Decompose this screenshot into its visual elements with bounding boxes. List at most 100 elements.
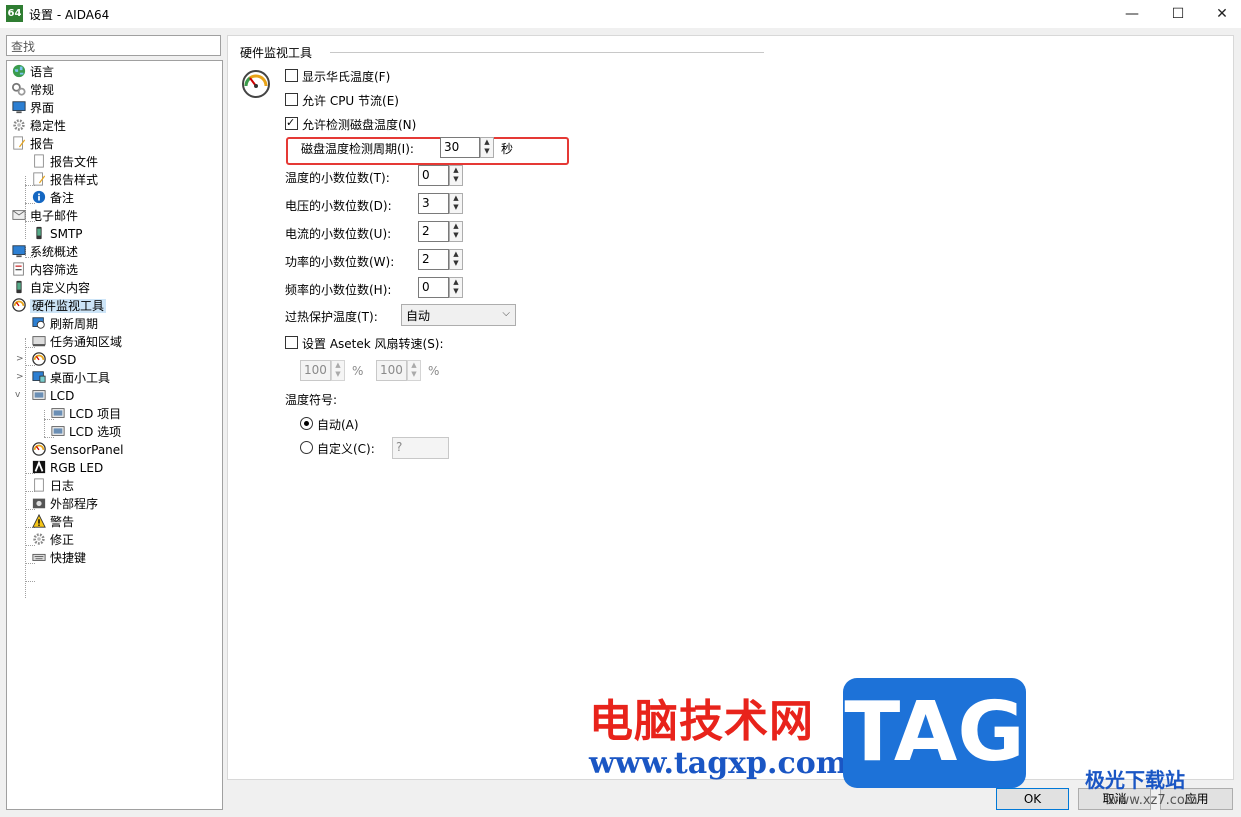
tree-item-smtp[interactable]: SMTP (31, 225, 83, 243)
tree-item-content-filter[interactable]: 内容筛选 (11, 261, 78, 279)
tree-item-custom-content[interactable]: 自定义内容 (11, 279, 90, 297)
chevron-right-icon[interactable]: > (16, 354, 24, 364)
disk-period-input[interactable]: 30 (440, 137, 480, 158)
checkbox-box[interactable] (285, 114, 298, 132)
tree-item-desktop-gadget[interactable]: 桌面小工具 (31, 369, 110, 387)
freq-decimals-input[interactable]: 0 (418, 277, 449, 298)
tree-item-stability[interactable]: 稳定性 (11, 117, 66, 135)
close-button[interactable]: ✕ (1199, 0, 1241, 28)
ok-button[interactable]: OK (996, 788, 1069, 810)
filter-icon (13, 262, 24, 276)
temp-symbol-auto-radio[interactable]: 自动(A) (300, 416, 359, 434)
spin-up-icon[interactable]: ▲ (481, 138, 493, 147)
tree-item-lcd[interactable]: LCD (31, 387, 74, 405)
voltage-decimals-input[interactable]: 3 (418, 193, 449, 214)
tree-item-log[interactable]: 日志 (31, 477, 74, 495)
tree-item-email[interactable]: 电子邮件 (11, 207, 78, 225)
power-decimals-input[interactable]: 2 (418, 249, 449, 270)
spinner-arrows[interactable]: ▲ ▼ (480, 137, 494, 158)
tree-item-language[interactable]: 语言 (11, 63, 54, 81)
tree-item-hardware-monitor[interactable]: 硬件监视工具 (11, 297, 107, 315)
spinner-arrows[interactable]: ▲ ▼ (449, 193, 463, 214)
spin-up-icon[interactable]: ▲ (450, 250, 462, 259)
spin-down-icon[interactable]: ▼ (450, 175, 462, 184)
chevron-right-icon[interactable]: > (16, 372, 24, 382)
asetek-speed-1-spinner: 100 ▲ ▼ (300, 360, 345, 381)
report-icon (13, 136, 26, 150)
refresh-icon (32, 317, 45, 329)
search-input[interactable]: 查找 (6, 35, 221, 56)
tree-item-notes[interactable]: 备注 (31, 189, 74, 207)
tree-item-external-programs[interactable]: 外部程序 (31, 495, 98, 513)
current-decimals-input[interactable]: 2 (418, 221, 449, 242)
maximize-button[interactable]: ☐ (1155, 0, 1201, 28)
tree-item-sensorpanel[interactable]: SensorPanel (31, 441, 124, 459)
tree-item-interface[interactable]: 界面 (11, 99, 54, 117)
spin-up-icon[interactable]: ▲ (450, 166, 462, 175)
tree-item-general[interactable]: 常规 (11, 81, 54, 99)
settings-tree[interactable]: 语言 常规 界面 稳定性 报告 报告文件 报告样式 备注 电子邮件 SMTP 系 (6, 60, 223, 810)
tree-item-tray-area[interactable]: 任务通知区域 (31, 333, 122, 351)
spin-down-icon[interactable]: ▼ (481, 147, 493, 156)
tree-item-rgb-led[interactable]: RGB LED (31, 459, 103, 477)
chevron-down-icon[interactable]: v (15, 390, 20, 400)
tree-item-corrections[interactable]: 修正 (31, 531, 74, 549)
radio-button[interactable] (300, 441, 313, 454)
show-fahrenheit-checkbox[interactable]: 显示华氏温度(F) (285, 68, 390, 86)
spinner-arrows[interactable]: ▲ ▼ (449, 249, 463, 270)
chevron-down-icon: ⌵ (502, 308, 510, 319)
spinner-arrows[interactable]: ▲ ▼ (449, 165, 463, 186)
spin-up-icon: ▲ (335, 361, 341, 369)
radio-button[interactable] (300, 417, 313, 430)
allow-cpu-throttle-checkbox[interactable]: 允许 CPU 节流(E) (285, 92, 399, 110)
left-panel: 查找 语言 常规 界面 稳定性 报告 报告文件 报告样式 备注 电子邮件 SMT… (6, 35, 223, 810)
spin-down-icon[interactable]: ▼ (450, 259, 462, 268)
overheat-dropdown[interactable]: 自动 ⌵ (401, 304, 516, 326)
tree-item-lcd-options[interactable]: LCD 选项 (50, 423, 121, 441)
watermark-url: www.tagxp.com (589, 746, 848, 781)
tree-item-warnings[interactable]: 警告 (31, 513, 74, 531)
freq-decimals-spinner[interactable]: 0 ▲ ▼ (418, 277, 463, 298)
spin-up-icon[interactable]: ▲ (450, 194, 462, 203)
disk-period-unit: 秒 (501, 142, 514, 156)
overheat-label: 过热保护温度(T): (285, 310, 378, 324)
gauge-icon (12, 298, 26, 312)
spin-up-icon[interactable]: ▲ (450, 222, 462, 231)
program-icon (32, 498, 46, 509)
tree-item-osd[interactable]: OSD (31, 351, 76, 369)
minimize-button[interactable]: — (1109, 0, 1155, 28)
checkbox-box[interactable] (285, 69, 298, 82)
voltage-decimals-spinner[interactable]: 3 ▲ ▼ (418, 193, 463, 214)
document-icon (34, 154, 44, 168)
spin-down-icon[interactable]: ▼ (450, 231, 462, 240)
spin-up-icon[interactable]: ▲ (450, 278, 462, 287)
tree-item-report[interactable]: 报告 (11, 135, 54, 153)
checkbox-box[interactable] (285, 93, 298, 106)
spin-down-icon[interactable]: ▼ (450, 287, 462, 296)
power-decimals-label: 功率的小数位数(W): (285, 255, 395, 269)
power-decimals-spinner[interactable]: 2 ▲ ▼ (418, 249, 463, 270)
tree-item-refresh-period[interactable]: 刷新周期 (31, 315, 98, 333)
tree-item-report-style[interactable]: 报告样式 (31, 171, 98, 189)
freq-decimals-label: 频率的小数位数(H): (285, 283, 392, 297)
tree-item-report-file[interactable]: 报告文件 (31, 153, 98, 171)
allow-disk-temp-checkbox[interactable]: 允许检测磁盘温度(N) (285, 114, 416, 134)
disk-period-spinner[interactable]: 30 ▲ ▼ (440, 137, 494, 158)
tree-item-hotkeys[interactable]: 快捷键 (31, 549, 86, 567)
checkbox-box[interactable] (285, 336, 298, 349)
lcd-icon (51, 408, 65, 418)
tree-item-lcd-items[interactable]: LCD 项目 (50, 405, 121, 423)
temp-decimals-input[interactable]: 0 (418, 165, 449, 186)
spinner-arrows[interactable]: ▲ ▼ (449, 277, 463, 298)
temp-symbol-custom-radio[interactable]: 自定义(C): (300, 440, 375, 458)
disk-period-label: 磁盘温度检测周期(I): (301, 142, 414, 156)
spin-up-icon: ▲ (411, 361, 417, 369)
spin-down-icon[interactable]: ▼ (450, 203, 462, 212)
spinner-arrows[interactable]: ▲ ▼ (449, 221, 463, 242)
window-title: 设置 - AIDA64 (29, 8, 110, 22)
tree-item-system-overview[interactable]: 系统概述 (11, 243, 78, 261)
temp-decimals-spinner[interactable]: 0 ▲ ▼ (418, 165, 463, 186)
asetek-fan-checkbox[interactable]: 设置 Asetek 风扇转速(S): (285, 335, 444, 353)
current-decimals-spinner[interactable]: 2 ▲ ▼ (418, 221, 463, 242)
asetek-speed-1-input: 100 (300, 360, 331, 381)
